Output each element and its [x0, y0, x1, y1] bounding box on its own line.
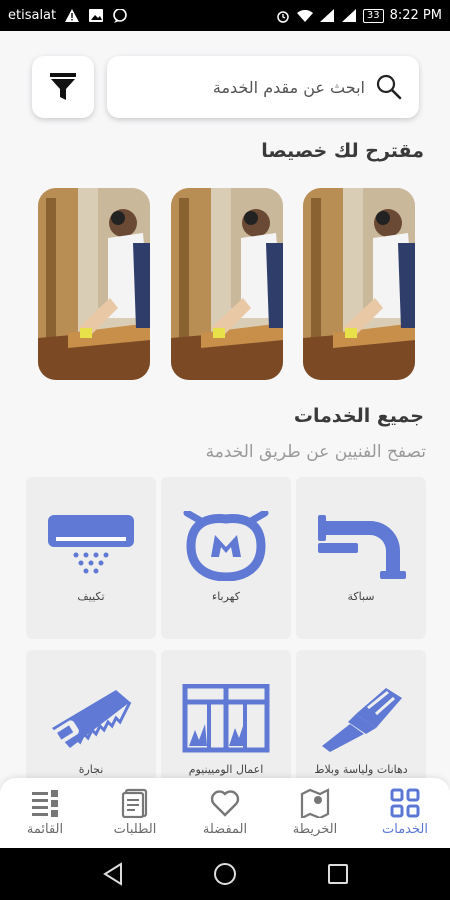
carpenter-photo: [171, 188, 283, 380]
service-label: دهانات ولياسة وبلاط: [314, 763, 408, 776]
wifi-icon: [296, 8, 313, 24]
filter-icon: [50, 73, 76, 100]
nav-map[interactable]: الخريطة: [270, 778, 360, 848]
nav-label: الخريطة: [292, 822, 338, 837]
nav-services[interactable]: الخدمات: [360, 778, 450, 848]
chat-icon: [112, 8, 128, 24]
service-label: سباكة: [347, 590, 375, 603]
paint-brush-icon: [322, 688, 402, 752]
battery-level: 33: [362, 8, 384, 23]
clock: 8:22 PM: [389, 8, 442, 23]
nav-orders[interactable]: الطلبات: [90, 778, 180, 848]
signal-icon: [319, 8, 335, 24]
featured-card[interactable]: [303, 188, 415, 380]
bottom-navigation: الخدمات الخريطة المفضلة الطلبات القائمة: [0, 778, 450, 848]
air-conditioner-icon: [48, 515, 134, 574]
orders-icon: [121, 788, 148, 818]
nav-label: المفضلة: [202, 822, 248, 837]
nav-label: الخدمات: [382, 822, 428, 837]
filter-button[interactable]: [32, 56, 94, 118]
home-icon[interactable]: [213, 862, 237, 886]
signal-icon-2: [341, 8, 357, 24]
electric-plug-icon: [183, 511, 269, 581]
heart-icon: [210, 790, 240, 817]
nav-favorites[interactable]: المفضلة: [180, 778, 270, 848]
back-icon[interactable]: [101, 862, 125, 886]
service-label: نجارة: [78, 763, 104, 776]
grid-icon: [390, 788, 420, 818]
recent-apps-icon[interactable]: [326, 862, 350, 886]
service-tile-ac[interactable]: تكييف: [26, 477, 156, 639]
nav-menu[interactable]: القائمة: [0, 778, 90, 848]
carrier-name: etisalat: [8, 8, 57, 23]
nav-label: القائمة: [26, 822, 64, 837]
alarm-icon: [275, 8, 291, 24]
map-icon: [300, 788, 330, 818]
warning-icon: [64, 8, 80, 24]
services-section-title: جميع الخدمات: [293, 405, 424, 427]
menu-list-icon: [32, 790, 58, 817]
service-tile-plumbing[interactable]: سباكة: [296, 477, 426, 639]
nav-label: الطلبات: [113, 822, 157, 837]
featured-section-title: مقترح لك خصيصا: [261, 140, 424, 162]
featured-card[interactable]: [38, 188, 150, 380]
carpenter-photo: [38, 188, 150, 380]
image-icon: [88, 8, 104, 24]
service-label: تكييف: [77, 590, 105, 603]
search-icon[interactable]: [375, 73, 403, 101]
search-input[interactable]: [135, 77, 365, 97]
search-bar[interactable]: [107, 56, 419, 118]
pipe-icon: [318, 515, 406, 579]
services-subtitle: تصفح الفنيين عن طريق الخدمة: [205, 442, 426, 462]
carpenter-photo: [303, 188, 415, 380]
featured-card[interactable]: [171, 188, 283, 380]
service-tile-electric[interactable]: كهرباء: [161, 477, 291, 639]
saw-icon: [52, 690, 132, 748]
status-bar: etisalat 33 8:22 PM: [0, 0, 450, 31]
window-frame-icon: [182, 684, 270, 753]
system-navigation-bar: [0, 848, 450, 900]
service-label: اعمال الوميينيوم: [188, 763, 264, 776]
service-label: كهرباء: [212, 590, 240, 603]
